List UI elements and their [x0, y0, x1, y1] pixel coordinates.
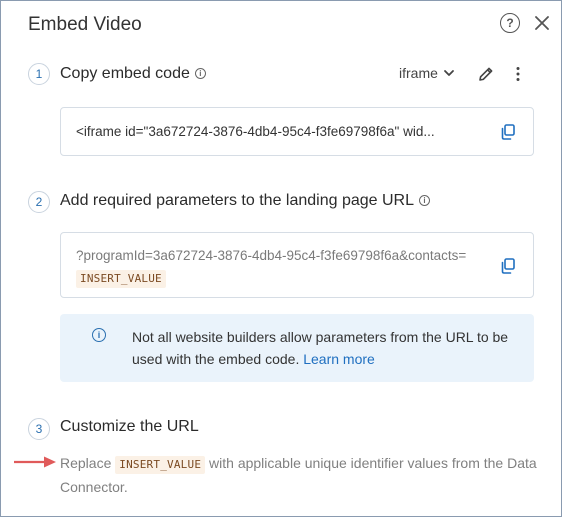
embed-format-dropdown[interactable]: iframe — [399, 65, 455, 81]
step-2-number: 2 — [28, 191, 50, 213]
embed-code-field[interactable]: <iframe id="3a672724-3876-4db4-95c4-f3fe… — [60, 107, 534, 156]
embed-code-text: <iframe id="3a672724-3876-4db4-95c4-f3fe… — [76, 124, 435, 139]
customize-instruction: Replace INSERT_VALUE with applicable uni… — [60, 451, 540, 499]
edit-icon[interactable] — [477, 65, 495, 83]
info-icon[interactable]: i — [419, 195, 430, 206]
help-icon[interactable]: ? — [500, 13, 520, 33]
insert-value-token: INSERT_VALUE — [115, 456, 206, 474]
arrow-right-icon — [14, 456, 56, 468]
insert-value-token: INSERT_VALUE — [76, 270, 166, 288]
landing-url-text: ?programId=3a672724-3876-4db4-95c4-f3fe6… — [76, 245, 491, 289]
instruction-before: Replace — [60, 455, 116, 471]
close-icon[interactable] — [532, 13, 552, 33]
landing-url-field[interactable]: ?programId=3a672724-3876-4db4-95c4-f3fe6… — [60, 232, 534, 298]
step-1-title-text: Copy embed code — [60, 65, 190, 82]
learn-more-link[interactable]: Learn more — [303, 351, 375, 367]
embed-format-label: iframe — [399, 65, 438, 81]
step-2-title: Add required parameters to the landing p… — [60, 192, 430, 210]
info-icon: i — [92, 328, 106, 342]
notice-text: Not all website builders allow parameter… — [132, 326, 512, 370]
step-1-number: 1 — [28, 63, 50, 85]
step-3-title: Customize the URL — [60, 418, 199, 435]
step-1-title: Copy embed code i — [60, 65, 206, 83]
copy-icon[interactable] — [499, 123, 517, 141]
url-prefix: ?programId=3a672724-3876-4db4-95c4-f3fe6… — [76, 248, 467, 263]
step-2-title-text: Add required parameters to the landing p… — [60, 192, 414, 209]
info-notice: i Not all website builders allow paramet… — [60, 314, 534, 382]
step-3-number: 3 — [28, 418, 50, 440]
dialog-title: Embed Video — [28, 14, 142, 35]
embed-video-dialog: Embed Video ? 1 Copy embed code i iframe … — [0, 0, 562, 517]
chevron-down-icon — [444, 70, 454, 76]
more-options-icon[interactable] — [509, 65, 527, 83]
info-icon[interactable]: i — [194, 68, 206, 79]
copy-icon[interactable] — [499, 257, 517, 275]
